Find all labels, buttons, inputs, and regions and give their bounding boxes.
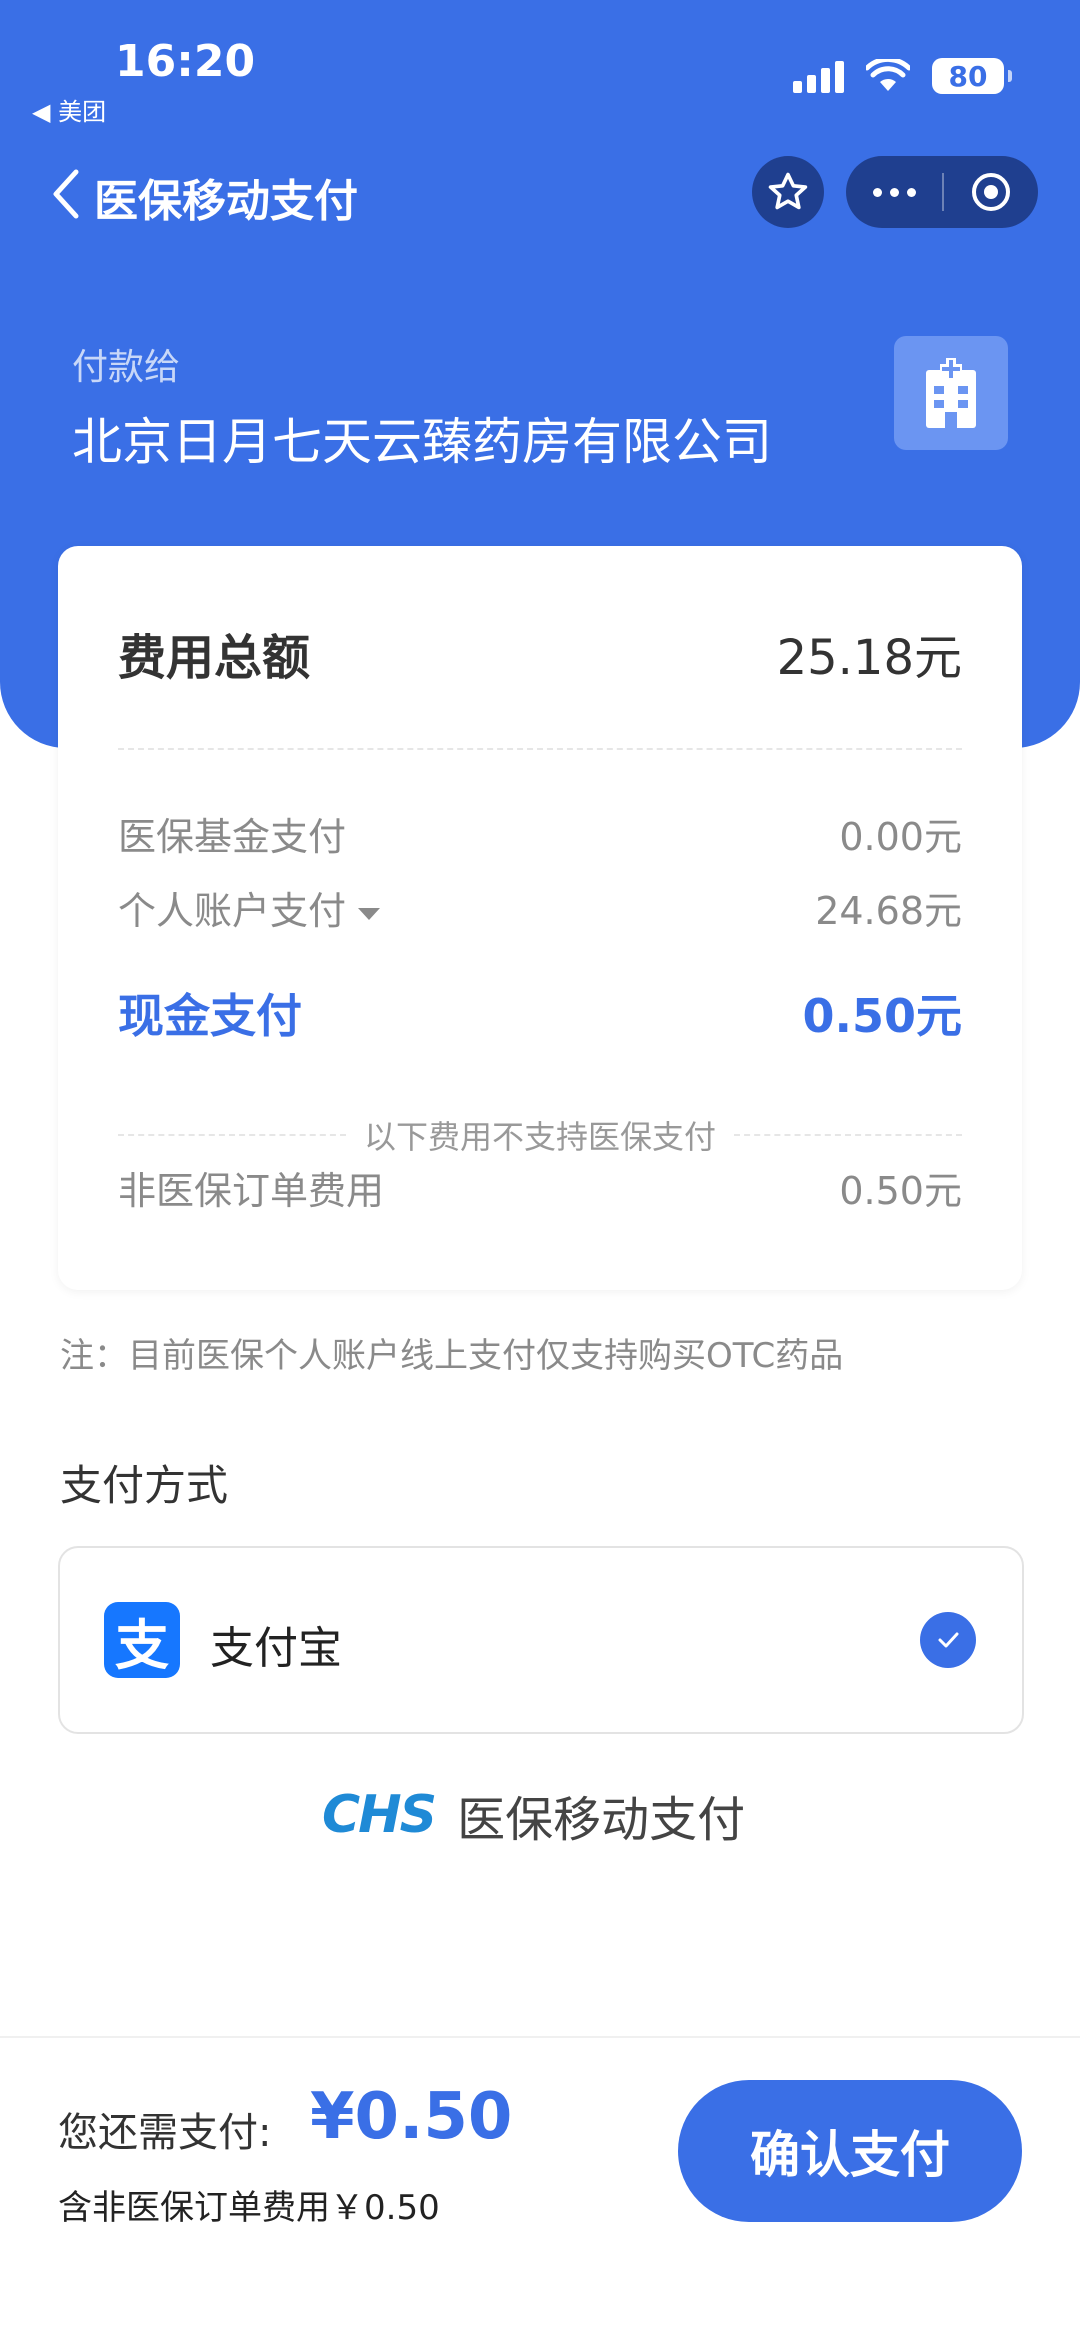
status-time: 16:20 <box>115 36 256 87</box>
amount-due-note: 含非医保订单费用￥0.50 <box>58 2188 440 2228</box>
account-value: 24.68元 <box>815 889 962 933</box>
more-icon[interactable] <box>846 187 942 197</box>
otc-note: 注：目前医保个人账户线上支付仅支持购买OTC药品 <box>60 1336 844 1376</box>
chs-brand-text: 医保移动支付 <box>457 1792 746 1848</box>
payee-name: 北京日月七天云臻药房有限公司 <box>72 413 772 471</box>
hospital-icon <box>894 336 1008 450</box>
page-title: 医保移动支付 <box>94 176 358 227</box>
battery-icon: 80 <box>932 58 1012 94</box>
signal-icon <box>793 59 844 93</box>
fund-label: 医保基金支付 <box>118 815 347 859</box>
chs-brand: CHS 医保移动支付 <box>322 1780 745 1850</box>
cash-value: 0.50元 <box>802 989 963 1043</box>
payment-method-alipay[interactable]: 支 支付宝 <box>58 1546 1024 1734</box>
confirm-pay-button[interactable]: 确认支付 <box>678 2080 1022 2222</box>
uncovered-divider: 以下费用不支持医保支付 <box>118 1112 963 1158</box>
favorite-button[interactable] <box>752 156 824 228</box>
star-icon <box>768 172 808 210</box>
chs-logo: CHS <box>322 1785 437 1845</box>
status-indicators: 80 <box>793 58 1012 94</box>
cash-label: 现金支付 <box>118 989 302 1043</box>
alipay-icon: 支 <box>104 1602 180 1678</box>
non-insured-row: 非医保订单费用 0.50元 <box>118 1160 962 1215</box>
caret-down-icon <box>358 907 381 920</box>
non-insured-value: 0.50元 <box>839 1169 962 1213</box>
payment-method-title: 支付方式 <box>60 1461 229 1510</box>
wifi-icon <box>866 59 910 91</box>
account-label[interactable]: 个人账户支付 <box>118 880 381 935</box>
mini-program-capsule <box>846 156 1038 228</box>
fund-value: 0.00元 <box>839 815 962 859</box>
total-row: 费用总额 25.18元 <box>118 618 962 688</box>
selected-check-icon[interactable] <box>920 1612 976 1668</box>
payment-method-label: 支付宝 <box>210 1623 342 1674</box>
total-label: 费用总额 <box>118 630 311 686</box>
back-to-app-link[interactable]: ◀ 美团 <box>32 92 106 127</box>
amount-due-value: ¥0.50 <box>310 2080 513 2154</box>
account-row[interactable]: 个人账户支付 24.68元 <box>118 880 962 935</box>
cash-row: 现金支付 0.50元 <box>118 980 962 1046</box>
amount-due-label: 您还需支付: <box>58 2110 272 2156</box>
non-insured-label: 非医保订单费用 <box>118 1169 385 1213</box>
close-program-button[interactable] <box>944 171 1038 213</box>
back-chevron-icon[interactable] <box>48 168 84 220</box>
payee-label: 付款给 <box>72 347 181 388</box>
uncovered-divider-text: 以下费用不支持医保支付 <box>364 1118 717 1156</box>
divider <box>118 748 962 750</box>
total-value: 25.18元 <box>776 630 962 686</box>
fee-summary-card: 费用总额 25.18元 医保基金支付 0.00元 个人账户支付 24.68元 现… <box>58 546 1022 1290</box>
fund-row: 医保基金支付 0.00元 <box>118 806 962 861</box>
target-icon <box>972 173 1010 211</box>
